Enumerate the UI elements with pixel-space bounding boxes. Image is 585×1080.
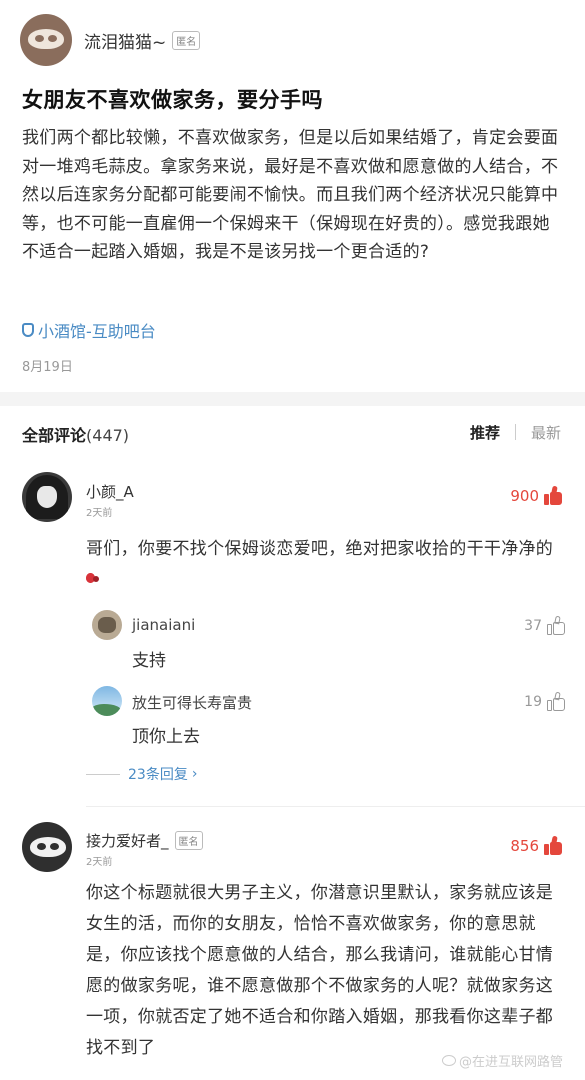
chevron-right-icon: › xyxy=(191,766,198,782)
comment-time: 2天前 xyxy=(86,508,113,519)
watermark: @在进互联网路管 xyxy=(442,1051,563,1070)
comments-title: 全部评论(447) xyxy=(22,422,129,446)
post-title: 女朋友不喜欢做家务，要分手吗 xyxy=(22,88,323,112)
commenter-avatar[interactable] xyxy=(22,472,72,522)
commenter-name-row: 接力爱好者_ 匿名 xyxy=(86,830,203,851)
comment-separator xyxy=(86,806,585,807)
comment-text: 哥们，你要不找个保姆谈恋爱吧，绝对把家收拾的干干净净的 xyxy=(86,534,566,596)
reply-like-button[interactable]: 19 xyxy=(524,691,566,712)
more-replies-link[interactable]: 23条回复 › xyxy=(86,764,197,784)
comments-title-label: 全部评论 xyxy=(22,426,87,445)
comment-item: 接力爱好者_ 匿名 2天前 856 你这个标题就很大男子主义，你潜意识里默认，家… xyxy=(0,820,585,1080)
comments-header: 全部评论(447) 推荐 最新 xyxy=(0,406,585,456)
commenter-name[interactable]: 接力爱好者_ xyxy=(86,830,169,851)
reply-like-count: 19 xyxy=(524,694,542,710)
replier-name[interactable]: jianaiani xyxy=(132,616,195,634)
post-date: 8月19日 xyxy=(22,360,73,375)
section-divider xyxy=(0,392,585,406)
anonymous-badge: 匿名 xyxy=(174,831,203,850)
author-avatar[interactable] xyxy=(20,14,72,66)
author-name[interactable]: 流泪猫猫~ xyxy=(84,28,166,53)
sort-latest-tab[interactable]: 最新 xyxy=(531,422,561,443)
mask-icon xyxy=(30,837,66,857)
watermark-text: @在进互联网路管 xyxy=(459,1055,564,1070)
post-header: 流泪猫猫~ 匿名 xyxy=(20,14,201,66)
more-replies-line xyxy=(86,773,120,775)
thumbs-up-icon xyxy=(543,485,563,506)
sort-recommended-tab[interactable]: 推荐 xyxy=(470,422,500,443)
reply-item: jianaiani 37 支持 xyxy=(86,610,566,671)
anonymous-badge: 匿名 xyxy=(172,30,201,50)
board-label: 小酒馆-互助吧台 xyxy=(38,322,156,341)
bow-emoji-icon xyxy=(86,571,106,587)
comments-count: (447) xyxy=(86,426,130,445)
reply-item: 放生可得长寿富贵 19 顶你上去 xyxy=(86,686,566,747)
comment-text: 你这个标题就很大男子主义，你潜意识里默认，家务就应该是女生的活，而你的女朋友，恰… xyxy=(86,883,554,1058)
sort-divider xyxy=(515,424,516,440)
replier-avatar[interactable] xyxy=(92,610,122,640)
reply-text: 支持 xyxy=(132,651,166,671)
post: 流泪猫猫~ 匿名 女朋友不喜欢做家务，要分手吗 我们两个都比较懒，不喜欢做家务，… xyxy=(0,0,585,392)
reply-text: 顶你上去 xyxy=(132,727,200,747)
cup-icon xyxy=(22,323,34,337)
commenter-name[interactable]: 小颜_A xyxy=(86,481,134,502)
thumbs-up-icon xyxy=(543,835,563,856)
replier-name[interactable]: 放生可得长寿富贵 xyxy=(132,692,252,713)
like-button[interactable]: 900 xyxy=(510,485,563,506)
comment-item: 小颜_A 2天前 900 哥们，你要不找个保姆谈恋爱吧，绝对把家收拾的干干净净的… xyxy=(0,470,585,800)
more-replies-label: 23条回复 xyxy=(128,767,188,783)
weibo-icon xyxy=(442,1055,456,1066)
thumbs-up-icon xyxy=(546,615,566,636)
post-body: 我们两个都比较懒，不喜欢做家务，但是以后如果结婚了，肯定会要面对一堆鸡毛蒜皮。拿… xyxy=(22,128,559,262)
commenter-avatar[interactable] xyxy=(22,822,72,872)
mask-icon xyxy=(28,29,64,49)
like-count: 900 xyxy=(510,487,539,505)
like-count: 856 xyxy=(510,837,539,855)
reply-like-count: 37 xyxy=(524,618,542,634)
avatar-face xyxy=(37,486,57,508)
replier-avatar[interactable] xyxy=(92,686,122,716)
board-link[interactable]: 小酒馆-互助吧台 xyxy=(22,318,156,342)
like-button[interactable]: 856 xyxy=(510,835,563,856)
thumbs-up-icon xyxy=(546,691,566,712)
reply-like-button[interactable]: 37 xyxy=(524,615,566,636)
comment-time: 2天前 xyxy=(86,857,113,868)
comment-text-content: 哥们，你要不找个保姆谈恋爱吧，绝对把家收拾的干干净净的 xyxy=(86,539,554,559)
